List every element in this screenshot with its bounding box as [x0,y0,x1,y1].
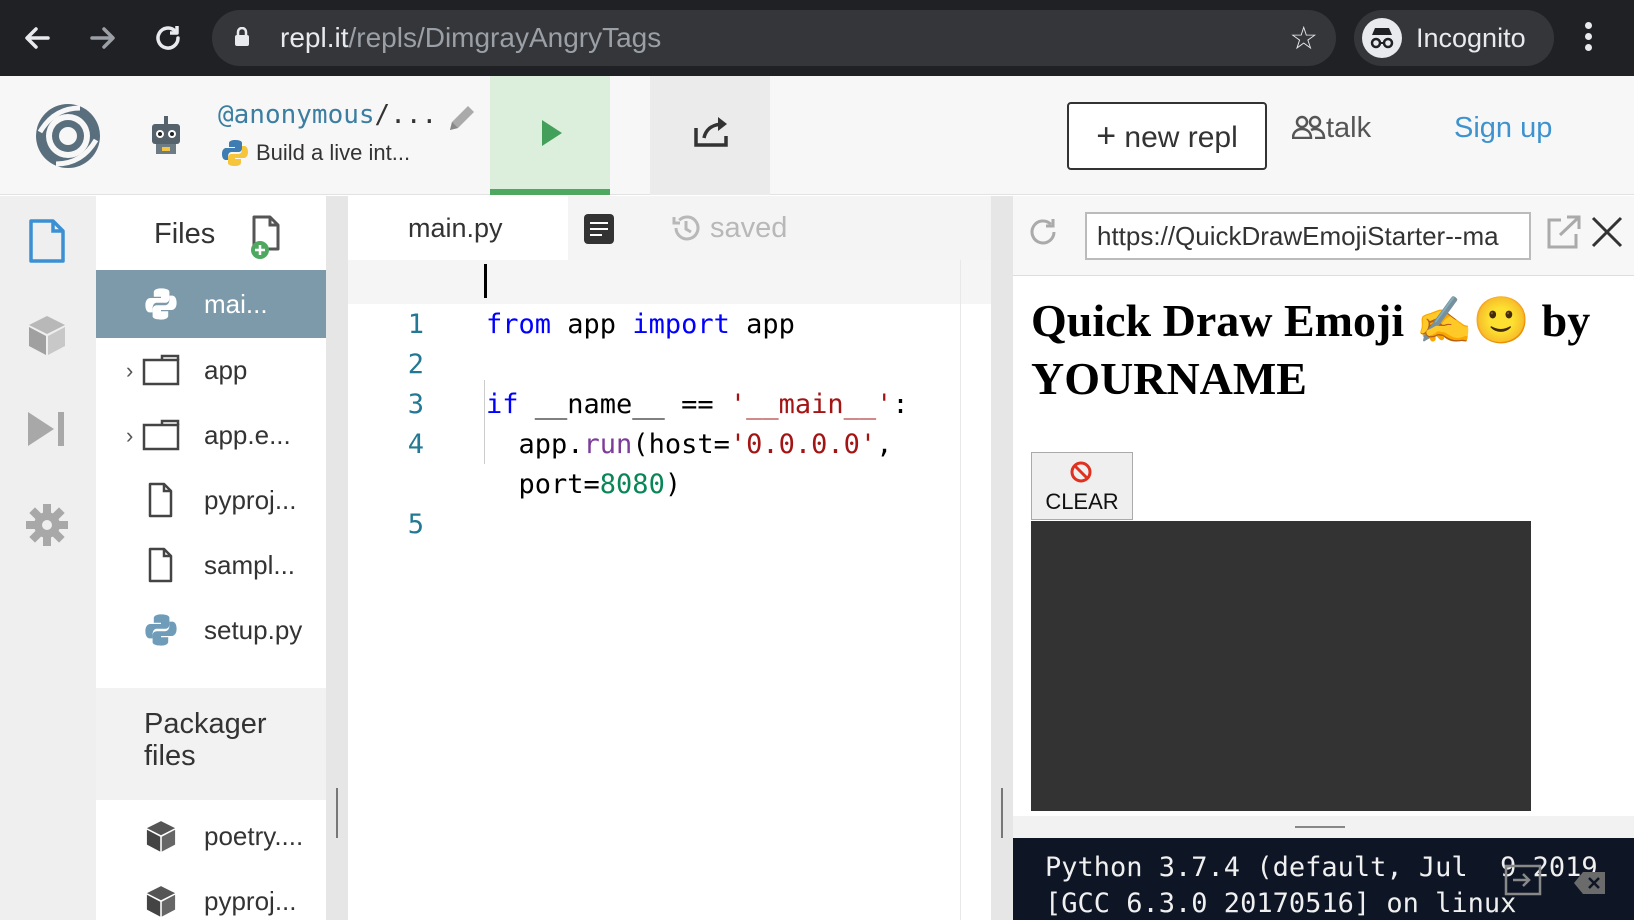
debugger-icon[interactable] [24,406,70,452]
file-name: sampl... [204,550,296,580]
files-icon[interactable] [24,218,70,264]
clear-button[interactable]: CLEAR [1031,452,1133,520]
code-line: 1 from app import app [407,309,795,340]
file-item-pyproject[interactable]: pyproj... [96,466,326,534]
lock-icon [234,26,250,47]
run-button[interactable] [490,76,610,195]
file-item-main-py[interactable]: mai... [96,270,326,338]
new-repl-button[interactable]: + new repl [1067,102,1267,170]
file-item-poetry-lock[interactable]: poetry.... [96,802,326,870]
file-item-sample[interactable]: sampl... [96,531,326,599]
folder-item-app-e[interactable]: › app.e... [96,401,326,469]
talk-link[interactable]: talk [1291,112,1371,145]
panel-resize-handle[interactable] [991,196,1013,920]
browser-menu-icon[interactable] [1578,18,1598,58]
tab-main-py[interactable]: main.py [348,196,568,260]
code-editor[interactable]: main.py saved 1 from app import app 2 3 if… [348,196,991,920]
console-resize-handle[interactable] [1013,816,1634,838]
file-icon [142,482,180,518]
files-panel: Files mai... › app › app.e... pyproj... … [96,196,326,920]
play-icon [542,120,562,146]
repl-description: Build a live int... [220,138,410,172]
python-file-icon [142,612,180,648]
file-name: app [204,355,248,385]
repl-owner-link[interactable]: @anonymous/... [218,100,437,130]
package-icon [142,883,180,919]
chevron-right-icon[interactable]: › [126,358,133,384]
forward-arrow-icon[interactable] [82,18,122,58]
folder-item-app[interactable]: › app [96,336,326,404]
console-expand-icon[interactable] [1503,860,1543,900]
edit-pencil-icon[interactable] [444,102,478,136]
preview-url-input[interactable]: https://QuickDrawEmojiStarter--ma [1085,212,1531,260]
no-entry-icon [1070,461,1092,483]
repl-header: @anonymous/... Build a live int... + new… [0,76,1634,195]
panel-resize-handle[interactable] [326,196,348,920]
reload-icon[interactable] [148,18,188,58]
preview-toolbar: https://QuickDrawEmojiStarter--ma [1013,196,1634,276]
file-name: app.e... [204,420,291,450]
folder-icon [142,352,180,388]
code-line: 2 [407,349,424,380]
incognito-badge[interactable]: Incognito [1354,10,1554,66]
editor-tab-bar: main.py saved [348,196,991,260]
file-icon [142,547,180,583]
share-button[interactable] [650,76,770,195]
web-preview-pane: https://QuickDrawEmojiStarter--ma Quick … [1013,196,1634,920]
history-clock-icon [670,203,702,241]
file-name: pyproj... [204,886,297,916]
back-arrow-icon[interactable] [18,18,58,58]
address-url: repl.it/repls/DimgrayAngryTags [280,22,662,53]
indent-guide [484,380,485,464]
preview-reload-icon[interactable] [1025,214,1061,250]
share-icon [694,117,728,147]
incognito-label: Incognito [1416,23,1526,53]
packager-title: Packager files [144,708,267,772]
file-name: pyproj... [204,485,297,515]
file-name: mai... [204,289,268,319]
browser-toolbar: repl.it/repls/DimgrayAngryTags ☆ Incogni… [0,0,1634,76]
sidebar-rail [0,196,96,920]
python-logo-icon [220,138,250,168]
code-line: 3 if __name__ == '__main__': [407,389,909,420]
incognito-icon [1362,18,1402,58]
plus-icon: + [1096,117,1117,155]
python-file-icon [142,286,180,322]
file-item-setup-py[interactable]: setup.py [96,596,326,664]
file-name: setup.py [204,615,303,645]
drawing-canvas[interactable] [1031,521,1531,811]
code-line: 5 [407,509,424,540]
packages-icon[interactable] [24,312,70,358]
sign-up-link[interactable]: Sign up [1454,112,1552,145]
chevron-right-icon[interactable]: › [126,423,133,449]
people-icon [1291,114,1326,140]
save-status: saved [670,196,787,260]
file-name: poetry.... [204,821,304,851]
file-item-pyproject-toml[interactable]: pyproj... [96,867,326,920]
console-clear-icon[interactable] [1573,870,1607,896]
avatar[interactable] [144,110,188,158]
packager-files-header: Packager files [96,688,326,800]
files-title: Files [154,218,216,250]
folder-icon [142,417,180,453]
tab-label: main.py [408,213,503,243]
code-line: port=8080) [486,469,682,500]
address-bar[interactable]: repl.it/repls/DimgrayAngryTags ☆ [212,10,1336,66]
settings-gear-icon[interactable] [24,502,70,548]
replit-logo-icon[interactable] [34,102,102,170]
package-icon [142,818,180,854]
open-in-new-tab-icon[interactable] [1545,214,1583,250]
page-title: Quick Draw Emoji ✍️🙂 by YOURNAME [1031,295,1591,404]
text-cursor [484,264,487,298]
code-line: 4 app.run(host='0.0.0.0', [407,429,893,460]
add-file-icon[interactable] [246,214,288,260]
format-document-icon[interactable] [584,214,614,244]
bookmark-star-icon[interactable]: ☆ [1289,20,1318,56]
close-icon[interactable] [1589,214,1625,250]
